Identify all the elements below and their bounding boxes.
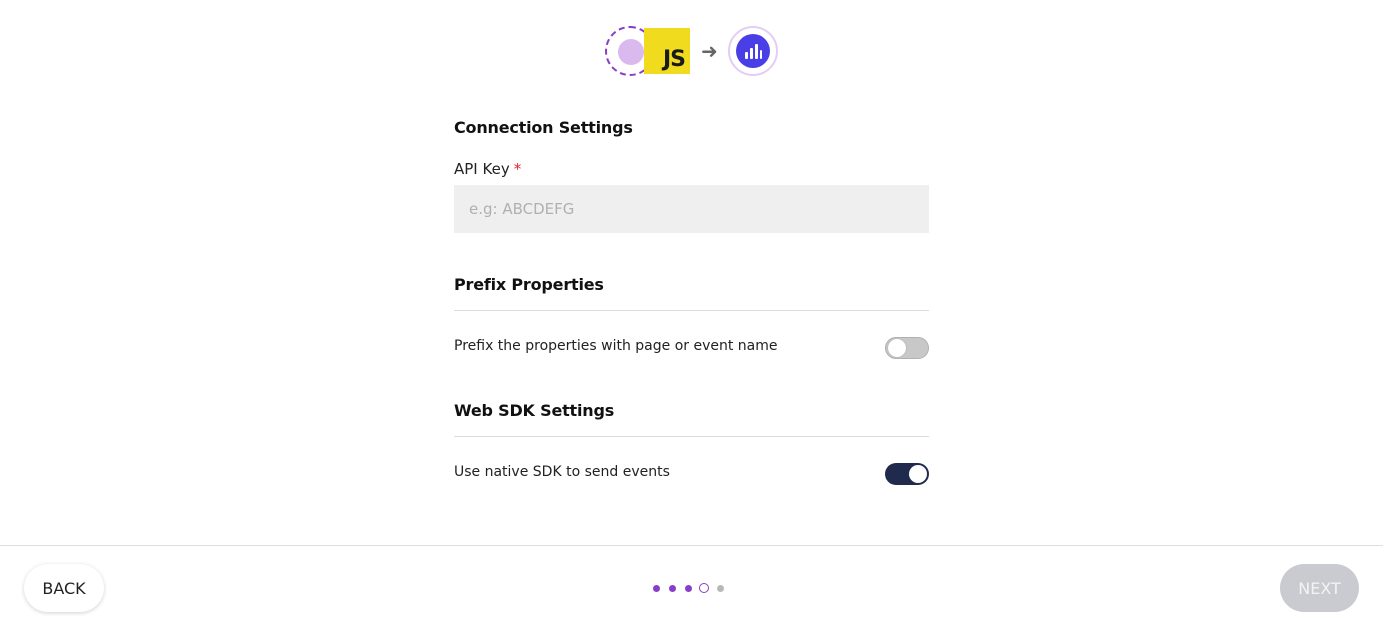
api-key-input[interactable]: [454, 185, 929, 233]
web-sdk-settings-title: Web SDK Settings: [454, 401, 615, 420]
javascript-icon: JS: [644, 28, 690, 74]
bar-chart-icon: [736, 34, 770, 68]
api-key-label-text: API Key: [454, 160, 510, 178]
step-dot-4-current: [699, 583, 709, 593]
prefix-properties-title: Prefix Properties: [454, 275, 604, 294]
back-button[interactable]: BACK: [24, 564, 104, 612]
step-dot-1: [651, 583, 661, 593]
required-mark: *: [513, 160, 522, 178]
step-indicator: [651, 583, 725, 593]
step-dot-3: [683, 583, 693, 593]
connection-settings-title: Connection Settings: [454, 118, 633, 137]
native-sdk-option-label: Use native SDK to send events: [454, 464, 670, 480]
native-sdk-toggle[interactable]: [885, 463, 929, 485]
divider: [454, 310, 929, 311]
api-key-label: API Key *: [454, 160, 521, 178]
prefix-option-label: Prefix the properties with page or event…: [454, 338, 778, 354]
footer-divider: [0, 545, 1383, 546]
integration-logos: JS ➜: [605, 26, 779, 76]
step-dot-2: [667, 583, 677, 593]
prefix-properties-toggle[interactable]: [885, 337, 929, 359]
divider: [454, 436, 929, 437]
step-dot-5: [715, 583, 725, 593]
arrow-right-icon: ➜: [701, 39, 718, 63]
destination-logo: [728, 26, 778, 76]
next-button[interactable]: NEXT: [1280, 564, 1359, 612]
toggle-knob: [888, 339, 906, 357]
toggle-knob: [909, 465, 927, 483]
